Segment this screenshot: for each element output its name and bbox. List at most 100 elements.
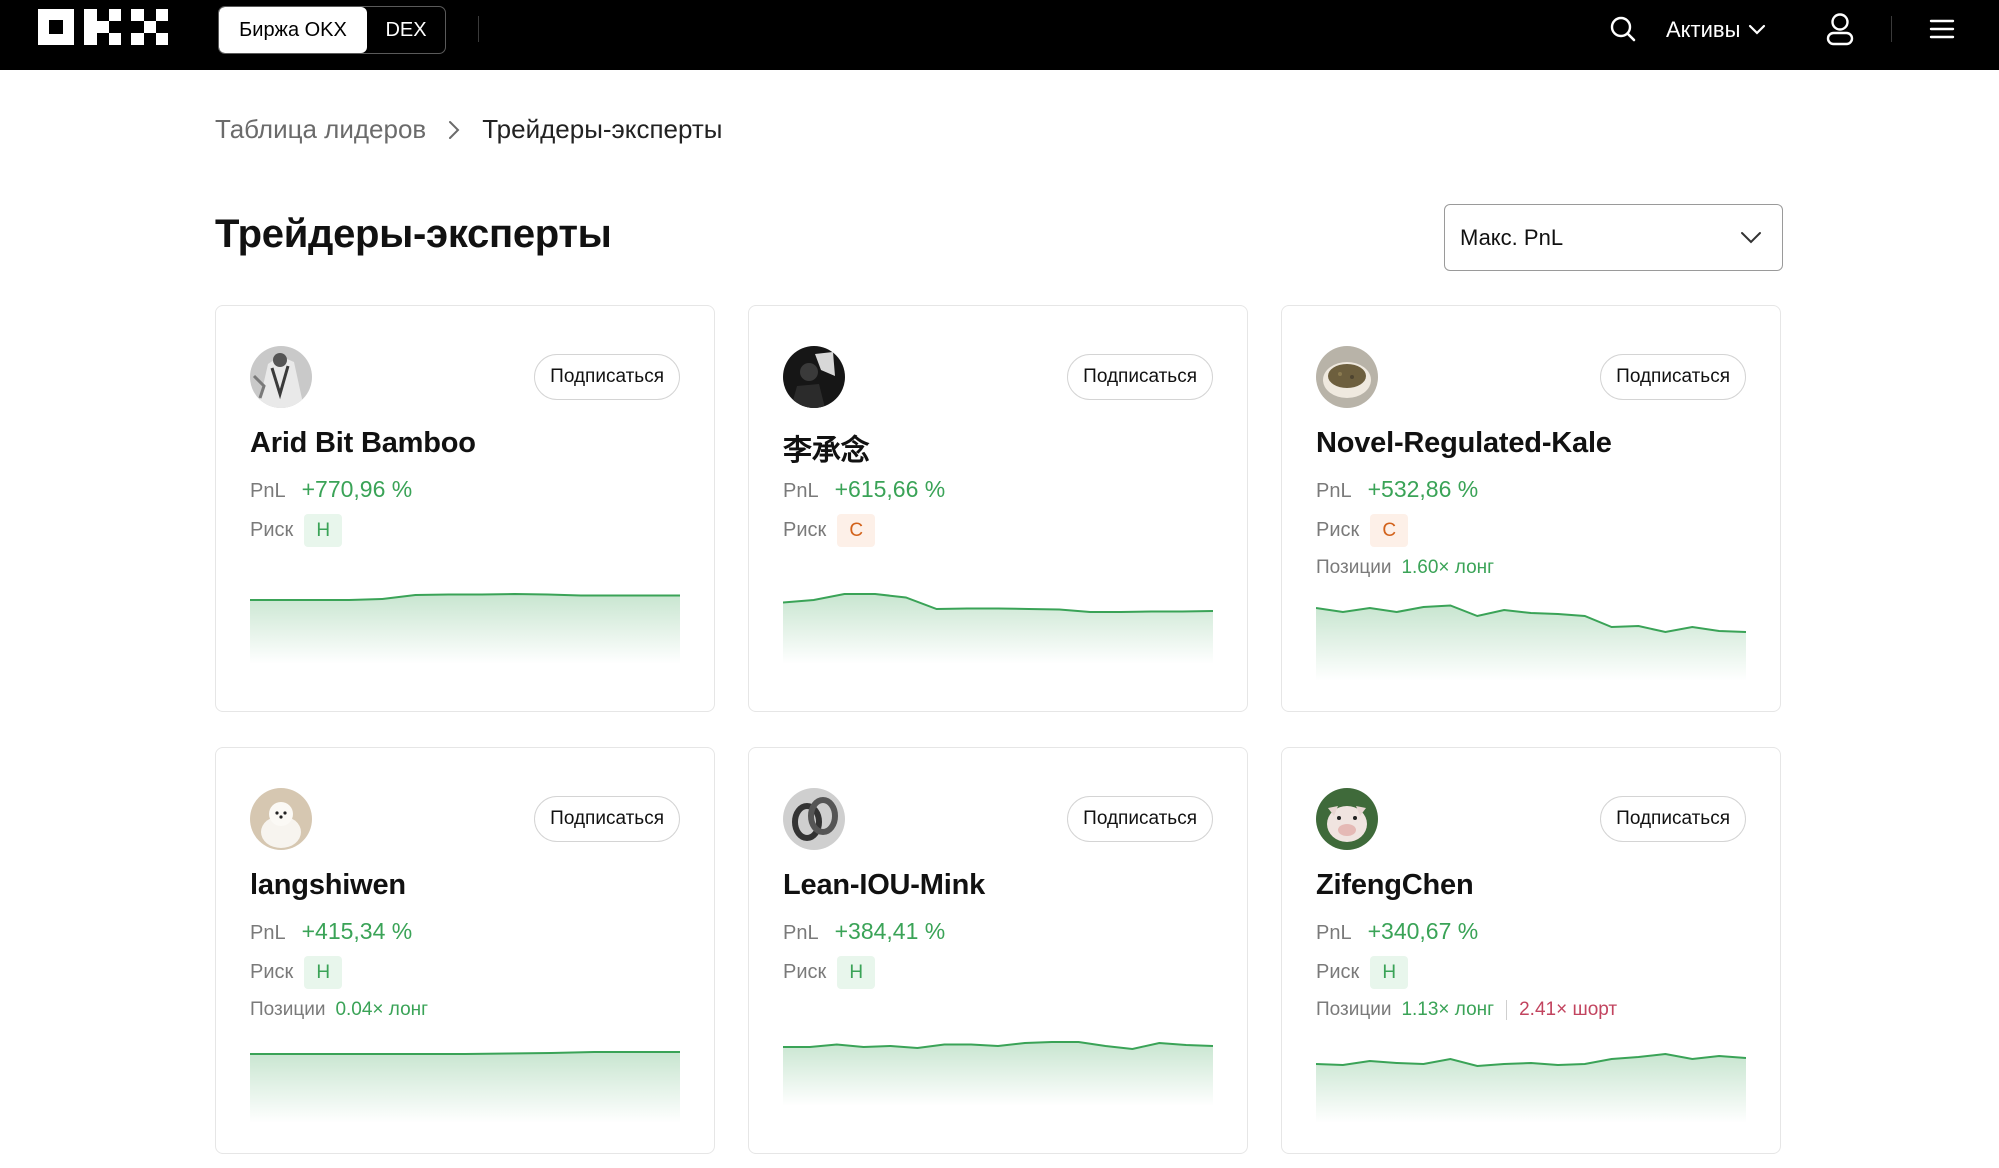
pnl-sparkline [1316, 604, 1746, 681]
top-navigation-bar: Биржа OKX DEX Активы [0, 0, 1999, 70]
trader-card[interactable]: Подписаться Arid Bit Bamboo PnL +770,96 … [215, 305, 715, 712]
risk-label: Риск [250, 519, 294, 541]
exchange-switch: Биржа OKX DEX [218, 6, 446, 54]
divider [478, 16, 479, 42]
risk-row: Риск Н [783, 956, 876, 989]
pnl-sparkline [783, 1041, 1213, 1106]
positions-label: Позиции [1316, 557, 1392, 578]
assets-label: Активы [1666, 17, 1741, 42]
risk-row: Риск Н [250, 956, 343, 989]
pnl-row: PnL +384,41 % [783, 918, 945, 945]
position-long: 1.13× лонг [1401, 999, 1495, 1020]
breadcrumb: Таблица лидеров Трейдеры-эксперты [215, 114, 723, 145]
sparkline-area [250, 594, 680, 664]
pnl-sparkline [1316, 1052, 1746, 1123]
trader-name[interactable]: Novel-Regulated-Kale [1316, 427, 1612, 460]
risk-row: Риск Н [250, 514, 343, 547]
pnl-label: PnL [783, 480, 819, 502]
follow-button[interactable]: Подписаться [1067, 354, 1213, 400]
trader-name[interactable]: 李承念 [783, 427, 870, 469]
risk-row: Риск Н [1316, 956, 1409, 989]
chevron-down-icon [1741, 231, 1761, 243]
pnl-row: PnL +415,34 % [250, 918, 412, 945]
pnl-sparkline [783, 593, 1213, 664]
okx-logo[interactable] [38, 9, 176, 53]
pnl-label: PnL [250, 922, 286, 944]
chevron-down-icon [1749, 24, 1766, 35]
trader-card[interactable]: Подписаться Lean-IOU-Mink PnL +384,41 % … [748, 747, 1248, 1154]
position-short: 2.41× шорт [1519, 999, 1618, 1020]
trader-avatar [1316, 788, 1378, 850]
assets-menu[interactable]: Активы [1666, 14, 1766, 46]
user-icon[interactable] [1824, 12, 1856, 46]
pnl-sparkline [250, 1051, 680, 1123]
pnl-sparkline [250, 592, 680, 664]
pnl-value: +532,86 % [1367, 476, 1479, 502]
pnl-row: PnL +532,86 % [1316, 476, 1478, 503]
follow-button[interactable]: Подписаться [534, 796, 680, 842]
positions-divider [1506, 1000, 1508, 1020]
sparkline-area [250, 1052, 680, 1123]
risk-row: Риск С [783, 514, 876, 547]
sparkline-area [783, 594, 1213, 664]
trader-card[interactable]: Подписаться 李承念 PnL +615,66 % Риск С [748, 305, 1248, 712]
positions-label: Позиции [250, 999, 326, 1020]
trader-avatar [250, 788, 312, 850]
risk-row: Риск С [1316, 514, 1409, 547]
follow-button[interactable]: Подписаться [1600, 354, 1746, 400]
dex-tab[interactable]: DEX [367, 7, 445, 53]
trader-card[interactable]: Подписаться langshiwen PnL +415,34 % Рис… [215, 747, 715, 1154]
positions-row: Позиции 1.60× лонг [1316, 557, 1494, 579]
trader-name[interactable]: Arid Bit Bamboo [250, 427, 476, 460]
breadcrumb-leaderboard-link[interactable]: Таблица лидеров [215, 114, 426, 145]
pnl-value: +340,67 % [1367, 918, 1479, 944]
pnl-row: PnL +615,66 % [783, 476, 945, 503]
risk-badge: С [1370, 514, 1409, 547]
positions-row: Позиции 1.13× лонг 2.41× шорт [1316, 999, 1617, 1021]
risk-badge: С [837, 514, 876, 547]
sparkline-area [1316, 605, 1746, 681]
risk-badge: Н [837, 956, 876, 989]
risk-badge: Н [304, 514, 343, 547]
pnl-value: +415,34 % [301, 918, 413, 944]
risk-badge: Н [1370, 956, 1409, 989]
exchange-tab[interactable]: Биржа OKX [219, 7, 367, 53]
pnl-value: +384,41 % [834, 918, 946, 944]
breadcrumb-current: Трейдеры-эксперты [482, 114, 723, 144]
follow-button[interactable]: Подписаться [1067, 796, 1213, 842]
risk-label: Риск [783, 961, 827, 983]
follow-button[interactable]: Подписаться [534, 354, 680, 400]
trader-avatar [1316, 346, 1378, 408]
pnl-value: +770,96 % [301, 476, 413, 502]
risk-label: Риск [1316, 519, 1360, 541]
follow-button[interactable]: Подписаться [1600, 796, 1746, 842]
sort-dropdown[interactable]: Макс. PnL [1444, 204, 1783, 271]
risk-label: Риск [783, 519, 827, 541]
risk-badge: Н [304, 956, 343, 989]
chevron-right-icon [448, 120, 460, 140]
pnl-label: PnL [783, 922, 819, 944]
divider [1891, 16, 1892, 42]
pnl-row: PnL +770,96 % [250, 476, 412, 503]
position-long: 1.60× лонг [1401, 557, 1495, 578]
trader-name[interactable]: Lean-IOU-Mink [783, 869, 985, 902]
search-icon[interactable] [1608, 14, 1638, 44]
sparkline-area [1316, 1054, 1746, 1123]
trader-card[interactable]: Подписаться Novel-Regulated-Kale PnL +53… [1281, 305, 1781, 712]
trader-name[interactable]: langshiwen [250, 869, 406, 902]
pnl-label: PnL [1316, 480, 1352, 502]
sort-selected-value: Макс. PnL [1460, 224, 1564, 250]
page-title: Трейдеры-эксперты [215, 212, 612, 256]
positions-label: Позиции [1316, 999, 1392, 1020]
sparkline-area [783, 1042, 1213, 1106]
pnl-label: PnL [250, 480, 286, 502]
trader-card[interactable]: Подписаться ZifengChen PnL +340,67 % Рис… [1281, 747, 1781, 1154]
risk-label: Риск [250, 961, 294, 983]
pnl-value: +615,66 % [834, 476, 946, 502]
trader-name[interactable]: ZifengChen [1316, 869, 1474, 902]
trader-avatar [250, 346, 312, 408]
positions-row: Позиции 0.04× лонг [250, 999, 428, 1021]
risk-label: Риск [1316, 961, 1360, 983]
pnl-row: PnL +340,67 % [1316, 918, 1478, 945]
menu-icon[interactable] [1928, 16, 1956, 42]
